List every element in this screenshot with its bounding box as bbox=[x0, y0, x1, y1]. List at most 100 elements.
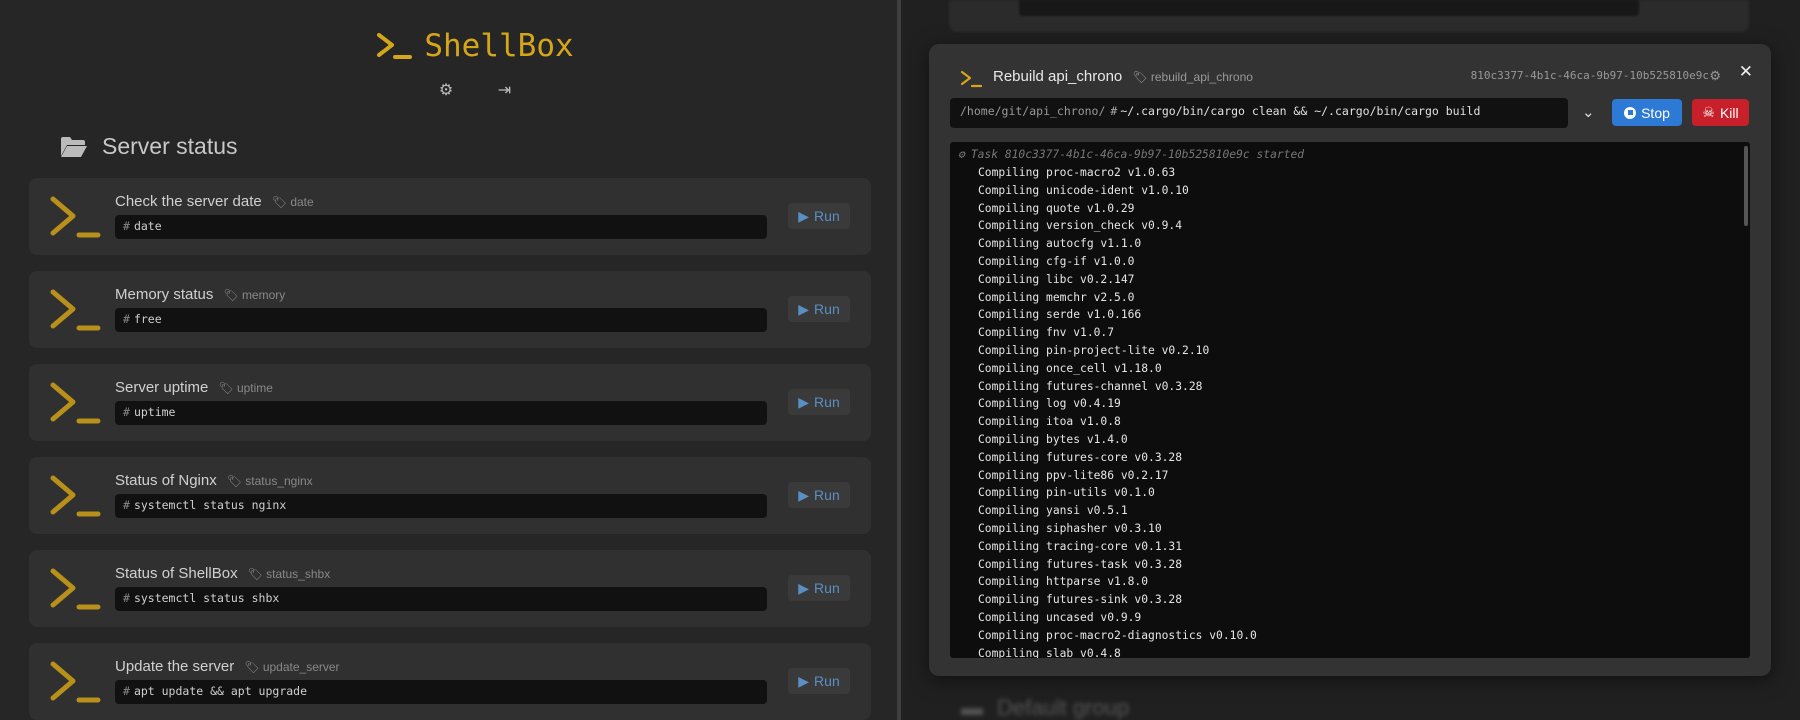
command-line: # free bbox=[115, 308, 767, 332]
output-line: Compiling futures-channel v0.3.28 bbox=[978, 379, 1203, 393]
background-command-line bbox=[1019, 0, 1639, 16]
output-line: Compiling tracing-core v0.1.31 bbox=[978, 539, 1183, 553]
gear-icon[interactable]: ⚙ bbox=[1709, 68, 1721, 84]
app-logo[interactable]: ShellBox bbox=[376, 28, 574, 64]
output-line: Compiling bytes v1.4.0 bbox=[978, 432, 1128, 446]
hash-icon: # bbox=[123, 219, 130, 233]
play-icon: ▶ bbox=[798, 486, 810, 503]
command-title: Update the server 🏷︎ update_server bbox=[115, 658, 340, 675]
run-button[interactable]: ▶ Run bbox=[788, 389, 850, 415]
terminal-prompt-icon bbox=[49, 195, 101, 239]
chevrons-down-icon[interactable]: ⌄ bbox=[1582, 103, 1595, 121]
sign-out-icon[interactable]: ⇥ bbox=[498, 80, 511, 100]
task-started-text: Task 810c3377-4b1c-46ca-9b97-10b525810e9… bbox=[970, 148, 1305, 161]
background-group-header: ▬ Default group bbox=[961, 695, 1129, 720]
command-tag: 🏷︎ update_server bbox=[244, 660, 339, 674]
hash-icon: # bbox=[123, 498, 130, 512]
output-line: Compiling proc-macro2-diagnostics v0.10.… bbox=[978, 628, 1257, 642]
play-icon: ▶ bbox=[798, 207, 810, 224]
command-list-pane: ShellBox ⚙ ⇥ Server status Check the ser… bbox=[0, 0, 897, 720]
command-tag-label: status_nginx bbox=[245, 474, 313, 488]
tag-icon: 🏷︎ bbox=[223, 288, 239, 302]
command-tag: 🏷︎ status_nginx bbox=[227, 474, 313, 488]
hash-icon: # bbox=[1110, 104, 1118, 118]
output-line: Compiling futures-sink v0.3.28 bbox=[978, 593, 1183, 607]
output-line: Compiling httparse v1.8.0 bbox=[978, 575, 1149, 589]
close-icon[interactable]: ✕ bbox=[1739, 62, 1753, 82]
console-scrollbar[interactable] bbox=[1744, 146, 1748, 226]
run-button[interactable]: ▶ Run bbox=[788, 296, 850, 322]
command-name: Memory status bbox=[115, 286, 214, 303]
command-card[interactable]: Update the server 🏷︎ update_server # apt up… bbox=[29, 643, 871, 720]
task-modal: Rebuild api_chrono 🏷︎ rebuild_api_chrono… bbox=[929, 44, 1771, 676]
stop-label: Stop bbox=[1641, 104, 1670, 121]
command-name: Status of ShellBox bbox=[115, 565, 238, 582]
task-tag-label: rebuild_api_chrono bbox=[1150, 70, 1253, 84]
terminal-prompt-icon bbox=[960, 70, 982, 88]
run-button[interactable]: ▶ Run bbox=[788, 203, 850, 229]
terminal-prompt-icon bbox=[49, 288, 101, 332]
run-button[interactable]: ▶ Run bbox=[788, 575, 850, 601]
command-card[interactable]: Memory status 🏷︎ memory # free ▶ Run bbox=[29, 271, 871, 348]
kill-label: Kill bbox=[1719, 104, 1739, 121]
command-line: # uptime bbox=[115, 401, 767, 425]
command-title: Memory status 🏷︎ memory bbox=[115, 286, 285, 303]
tag-icon: 🏷︎ bbox=[226, 474, 242, 488]
command-bar: /home/git/api_chrono/ # ~/.cargo/bin/cargo… bbox=[950, 98, 1568, 128]
run-label: Run bbox=[814, 208, 840, 224]
output-line: Compiling slab v0.4.8 bbox=[978, 646, 1121, 658]
command-line: # date bbox=[115, 215, 767, 239]
command-line: # apt update && apt upgrade bbox=[115, 680, 767, 704]
group-header[interactable]: Server status bbox=[60, 133, 238, 160]
terminal-prompt-icon bbox=[49, 660, 101, 704]
output-line: Compiling itoa v1.0.8 bbox=[978, 415, 1121, 429]
command-text: uptime bbox=[133, 405, 176, 419]
command-title: Status of Nginx 🏷︎ status_nginx bbox=[115, 472, 313, 489]
command-card[interactable]: Check the server date 🏷︎ date # date ▶ Run bbox=[29, 178, 871, 255]
command-title: Status of ShellBox 🏷︎ status_shbx bbox=[115, 565, 330, 582]
command-tag-label: status_shbx bbox=[266, 567, 331, 581]
output-lines: Compiling proc-macro2 v1.0.63 Compiling u… bbox=[978, 164, 1257, 658]
run-label: Run bbox=[814, 673, 840, 689]
output-line: Compiling autocfg v1.1.0 bbox=[978, 237, 1142, 251]
stop-button[interactable]: Stop bbox=[1612, 99, 1682, 126]
output-line: Compiling cfg-if v1.0.0 bbox=[978, 254, 1135, 268]
output-line: Compiling unicode-ident v1.0.10 bbox=[978, 183, 1189, 197]
command-title: Server uptime 🏷︎ uptime bbox=[115, 379, 273, 396]
gear-icon[interactable]: ⚙ bbox=[439, 80, 453, 100]
working-directory: /home/git/api_chrono/ bbox=[960, 104, 1106, 118]
run-label: Run bbox=[814, 580, 840, 596]
output-line: Compiling futures-task v0.3.28 bbox=[978, 557, 1183, 571]
command-text: free bbox=[133, 312, 162, 326]
command-card[interactable]: Status of Nginx 🏷︎ status_nginx # systemctl… bbox=[29, 457, 871, 534]
output-line: Compiling pin-project-lite v0.2.10 bbox=[978, 343, 1210, 357]
command-name: Check the server date bbox=[115, 193, 262, 210]
folder-open-icon bbox=[61, 136, 87, 157]
output-line: Compiling uncased v0.9.9 bbox=[978, 610, 1142, 624]
command-text: systemctl status nginx bbox=[133, 498, 287, 512]
command-card[interactable]: Status of ShellBox 🏷︎ status_shbx # systemc… bbox=[29, 550, 871, 627]
task-tag: 🏷︎ rebuild_api_chrono bbox=[1132, 70, 1253, 84]
command-text: systemctl status shbx bbox=[133, 591, 280, 605]
gear-icon: ⚙ bbox=[958, 148, 965, 161]
task-title: Rebuild api_chrono 🏷︎ rebuild_api_chrono bbox=[993, 68, 1253, 85]
terminal-prompt-icon bbox=[49, 474, 101, 518]
command-card[interactable]: Server uptime 🏷︎ uptime # uptime ▶ Run bbox=[29, 364, 871, 441]
tag-icon: 🏷︎ bbox=[247, 567, 263, 581]
output-line: Compiling version_check v0.9.4 bbox=[978, 219, 1183, 233]
run-button[interactable]: ▶ Run bbox=[788, 482, 850, 508]
play-icon: ▶ bbox=[798, 672, 810, 689]
output-console[interactable]: ⚙ Task 810c3377-4b1c-46ca-9b97-10b525810… bbox=[950, 142, 1750, 658]
output-line: Compiling siphasher v0.3.10 bbox=[978, 521, 1162, 535]
command-text: apt update && apt upgrade bbox=[133, 684, 308, 698]
terminal-prompt-icon bbox=[49, 381, 101, 425]
kill-button[interactable]: ☠ Kill bbox=[1692, 99, 1749, 126]
task-name: Rebuild api_chrono bbox=[993, 68, 1123, 85]
run-button[interactable]: ▶ Run bbox=[788, 668, 850, 694]
command-name: Status of Nginx bbox=[115, 472, 217, 489]
play-icon: ▶ bbox=[798, 393, 810, 410]
command-line: # systemctl status nginx bbox=[115, 494, 767, 518]
group-title: Server status bbox=[102, 133, 238, 159]
app: ShellBox ⚙ ⇥ Server status Check the ser… bbox=[0, 0, 1800, 720]
skull-crossbones-icon: ☠ bbox=[1702, 104, 1715, 120]
